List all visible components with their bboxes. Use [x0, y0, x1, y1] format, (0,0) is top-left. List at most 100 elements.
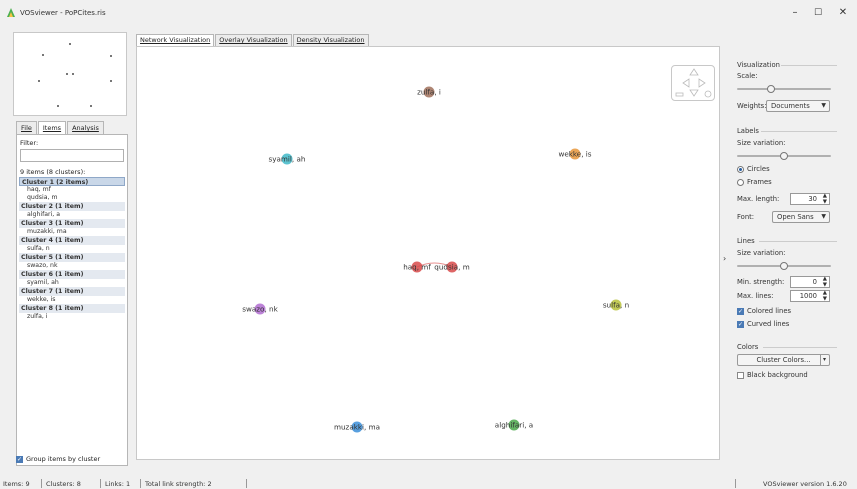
- lines-size-variation-label: Size variation:: [737, 249, 786, 257]
- slider-thumb[interactable]: [780, 262, 788, 270]
- frames-radio[interactable]: Frames: [737, 178, 772, 186]
- cluster-colors-label: Cluster Colors...: [756, 356, 811, 364]
- maximize-button[interactable]: ☐: [805, 3, 831, 23]
- network-node-label[interactable]: swazo, nk: [242, 305, 278, 314]
- items-count-label: 9 items (8 clusters):: [20, 168, 86, 176]
- cluster-tree-leaf[interactable]: qudsia, m: [19, 194, 125, 202]
- status-bar: Items: 9 Clusters: 8 Links: 1 Total link…: [0, 479, 857, 489]
- labels-size-variation-slider[interactable]: [737, 152, 831, 160]
- max-lines-spinner[interactable]: 1000 ▲ ▼: [790, 290, 830, 302]
- circles-radio[interactable]: Circles: [737, 165, 770, 173]
- left-tab-bar: File Items Analysis: [16, 121, 105, 135]
- network-node-label[interactable]: haq, mf: [403, 263, 431, 272]
- tab-analysis[interactable]: Analysis: [67, 121, 104, 134]
- colors-heading-text: Colors: [737, 343, 759, 351]
- slider-thumb[interactable]: [767, 85, 775, 93]
- zoom-out-icon[interactable]: [675, 92, 684, 97]
- lines-size-variation-slider[interactable]: [737, 262, 831, 270]
- divider: [140, 479, 141, 488]
- colored-lines-label: Colored lines: [747, 307, 792, 315]
- cluster-colors-button[interactable]: Cluster Colors... ▾: [737, 354, 830, 366]
- items-panel: Filter: 9 items (8 clusters): Cluster 1 …: [16, 134, 128, 466]
- max-lines-value: 1000: [799, 292, 817, 300]
- scale-label: Scale:: [737, 72, 758, 80]
- network-map-canvas[interactable]: zulfa, i syamil, ah wekke, is haq, mf qudsia…: [137, 47, 721, 461]
- divider: [735, 479, 736, 488]
- divider: [759, 241, 837, 242]
- overview-node: [72, 73, 74, 75]
- overview-node: [110, 55, 112, 57]
- cluster-tree-leaf[interactable]: alghifari, a: [19, 211, 125, 219]
- cluster-tree-leaf[interactable]: sulfa, n: [19, 245, 125, 253]
- spinner-arrows-icon[interactable]: ▲ ▼: [823, 276, 827, 288]
- min-strength-spinner[interactable]: 0 ▲ ▼: [790, 276, 830, 288]
- overview-node: [110, 80, 112, 82]
- cluster-tree-item[interactable]: Cluster 3 (1 item): [19, 219, 125, 228]
- cluster-tree-leaf[interactable]: wekke, is: [19, 296, 125, 304]
- network-node-label[interactable]: muzakki, ma: [334, 423, 380, 432]
- network-node-label[interactable]: alghifari, a: [495, 421, 533, 430]
- spinner-arrows-icon[interactable]: ▲ ▼: [823, 290, 827, 302]
- pan-up-icon[interactable]: [689, 68, 699, 76]
- checkbox-checked-icon: ✓: [737, 320, 744, 328]
- scale-slider[interactable]: [737, 85, 831, 93]
- cluster-tree-item[interactable]: Cluster 1 (2 items): [19, 177, 125, 186]
- title-bar: VOSviewer - PoPCites.ris – ☐ ✕: [0, 0, 857, 26]
- cluster-tree-leaf[interactable]: haq, mf: [19, 186, 125, 194]
- black-background-checkbox[interactable]: Black background: [737, 371, 808, 379]
- divider: [246, 479, 247, 488]
- cluster-tree-leaf[interactable]: swazo, nk: [19, 262, 125, 270]
- chevron-down-icon[interactable]: ▾: [819, 355, 826, 365]
- overview-node: [38, 80, 40, 82]
- cluster-tree-item[interactable]: Cluster 6 (1 item): [19, 270, 125, 279]
- network-node-label[interactable]: qudsia, m: [434, 263, 469, 272]
- cluster-tree-leaf[interactable]: syamil, ah: [19, 279, 125, 287]
- pan-right-icon[interactable]: [698, 78, 706, 88]
- tab-items[interactable]: Items: [37, 121, 67, 135]
- curved-lines-checkbox[interactable]: ✓ Curved lines: [737, 320, 789, 328]
- overview-map[interactable]: [13, 32, 127, 116]
- network-node-label[interactable]: syamil, ah: [269, 155, 306, 164]
- filter-input[interactable]: [20, 149, 124, 162]
- frames-label: Frames: [747, 178, 772, 186]
- reset-view-icon[interactable]: [704, 90, 712, 98]
- colored-lines-checkbox[interactable]: ✓ Colored lines: [737, 307, 791, 315]
- overview-node: [69, 43, 71, 45]
- navigation-control[interactable]: [671, 65, 715, 101]
- tab-density-label: Density Visualization: [296, 36, 365, 44]
- tab-network-label: Network Visualization: [140, 36, 211, 44]
- cluster-tree-leaf[interactable]: muzakki, ma: [19, 228, 125, 236]
- overview-node: [42, 54, 44, 56]
- slider-thumb[interactable]: [780, 152, 788, 160]
- radio-selected-icon: [737, 165, 744, 173]
- cluster-tree-item[interactable]: Cluster 5 (1 item): [19, 253, 125, 262]
- close-button[interactable]: ✕: [830, 3, 856, 23]
- pan-left-icon[interactable]: [682, 78, 690, 88]
- cluster-tree-leaf[interactable]: zulfa, i: [19, 313, 125, 321]
- status-version: VOSviewer version 1.6.20: [763, 480, 847, 488]
- tab-density-visualization[interactable]: Density Visualization: [292, 34, 369, 46]
- labels-size-variation-label: Size variation:: [737, 139, 786, 147]
- cluster-tree-item[interactable]: Cluster 4 (1 item): [19, 236, 125, 245]
- weights-select[interactable]: Documents ▼: [766, 100, 830, 112]
- network-node-label[interactable]: wekke, is: [558, 150, 591, 159]
- overview-node: [90, 105, 92, 107]
- tab-overlay-visualization[interactable]: Overlay Visualization: [215, 34, 292, 46]
- black-background-label: Black background: [747, 371, 808, 379]
- network-map[interactable]: zulfa, i syamil, ah wekke, is haq, mf qudsia…: [136, 46, 720, 460]
- cluster-tree-item[interactable]: Cluster 7 (1 item): [19, 287, 125, 296]
- max-length-spinner[interactable]: 30 ▲ ▼: [790, 193, 830, 205]
- weights-value: Documents: [771, 102, 810, 110]
- font-select[interactable]: Open Sans ▼: [772, 211, 830, 223]
- group-items-checkbox[interactable]: ✓ Group items by cluster: [16, 455, 100, 463]
- collapse-panel-icon[interactable]: ›: [723, 254, 726, 263]
- network-node-label[interactable]: zulfa, i: [417, 88, 441, 97]
- app-window: VOSviewer - PoPCites.ris – ☐ ✕ File Item…: [0, 0, 857, 489]
- network-node-label[interactable]: sulfa, n: [603, 301, 629, 310]
- cluster-tree-item[interactable]: Cluster 2 (1 item): [19, 202, 125, 211]
- options-panel: Visualization Scale: Weights: Documents ▼…: [728, 55, 846, 460]
- pan-down-icon[interactable]: [689, 89, 699, 97]
- tab-file[interactable]: File: [16, 121, 37, 134]
- spinner-arrows-icon[interactable]: ▲ ▼: [823, 193, 827, 205]
- cluster-tree-item[interactable]: Cluster 8 (1 item): [19, 304, 125, 313]
